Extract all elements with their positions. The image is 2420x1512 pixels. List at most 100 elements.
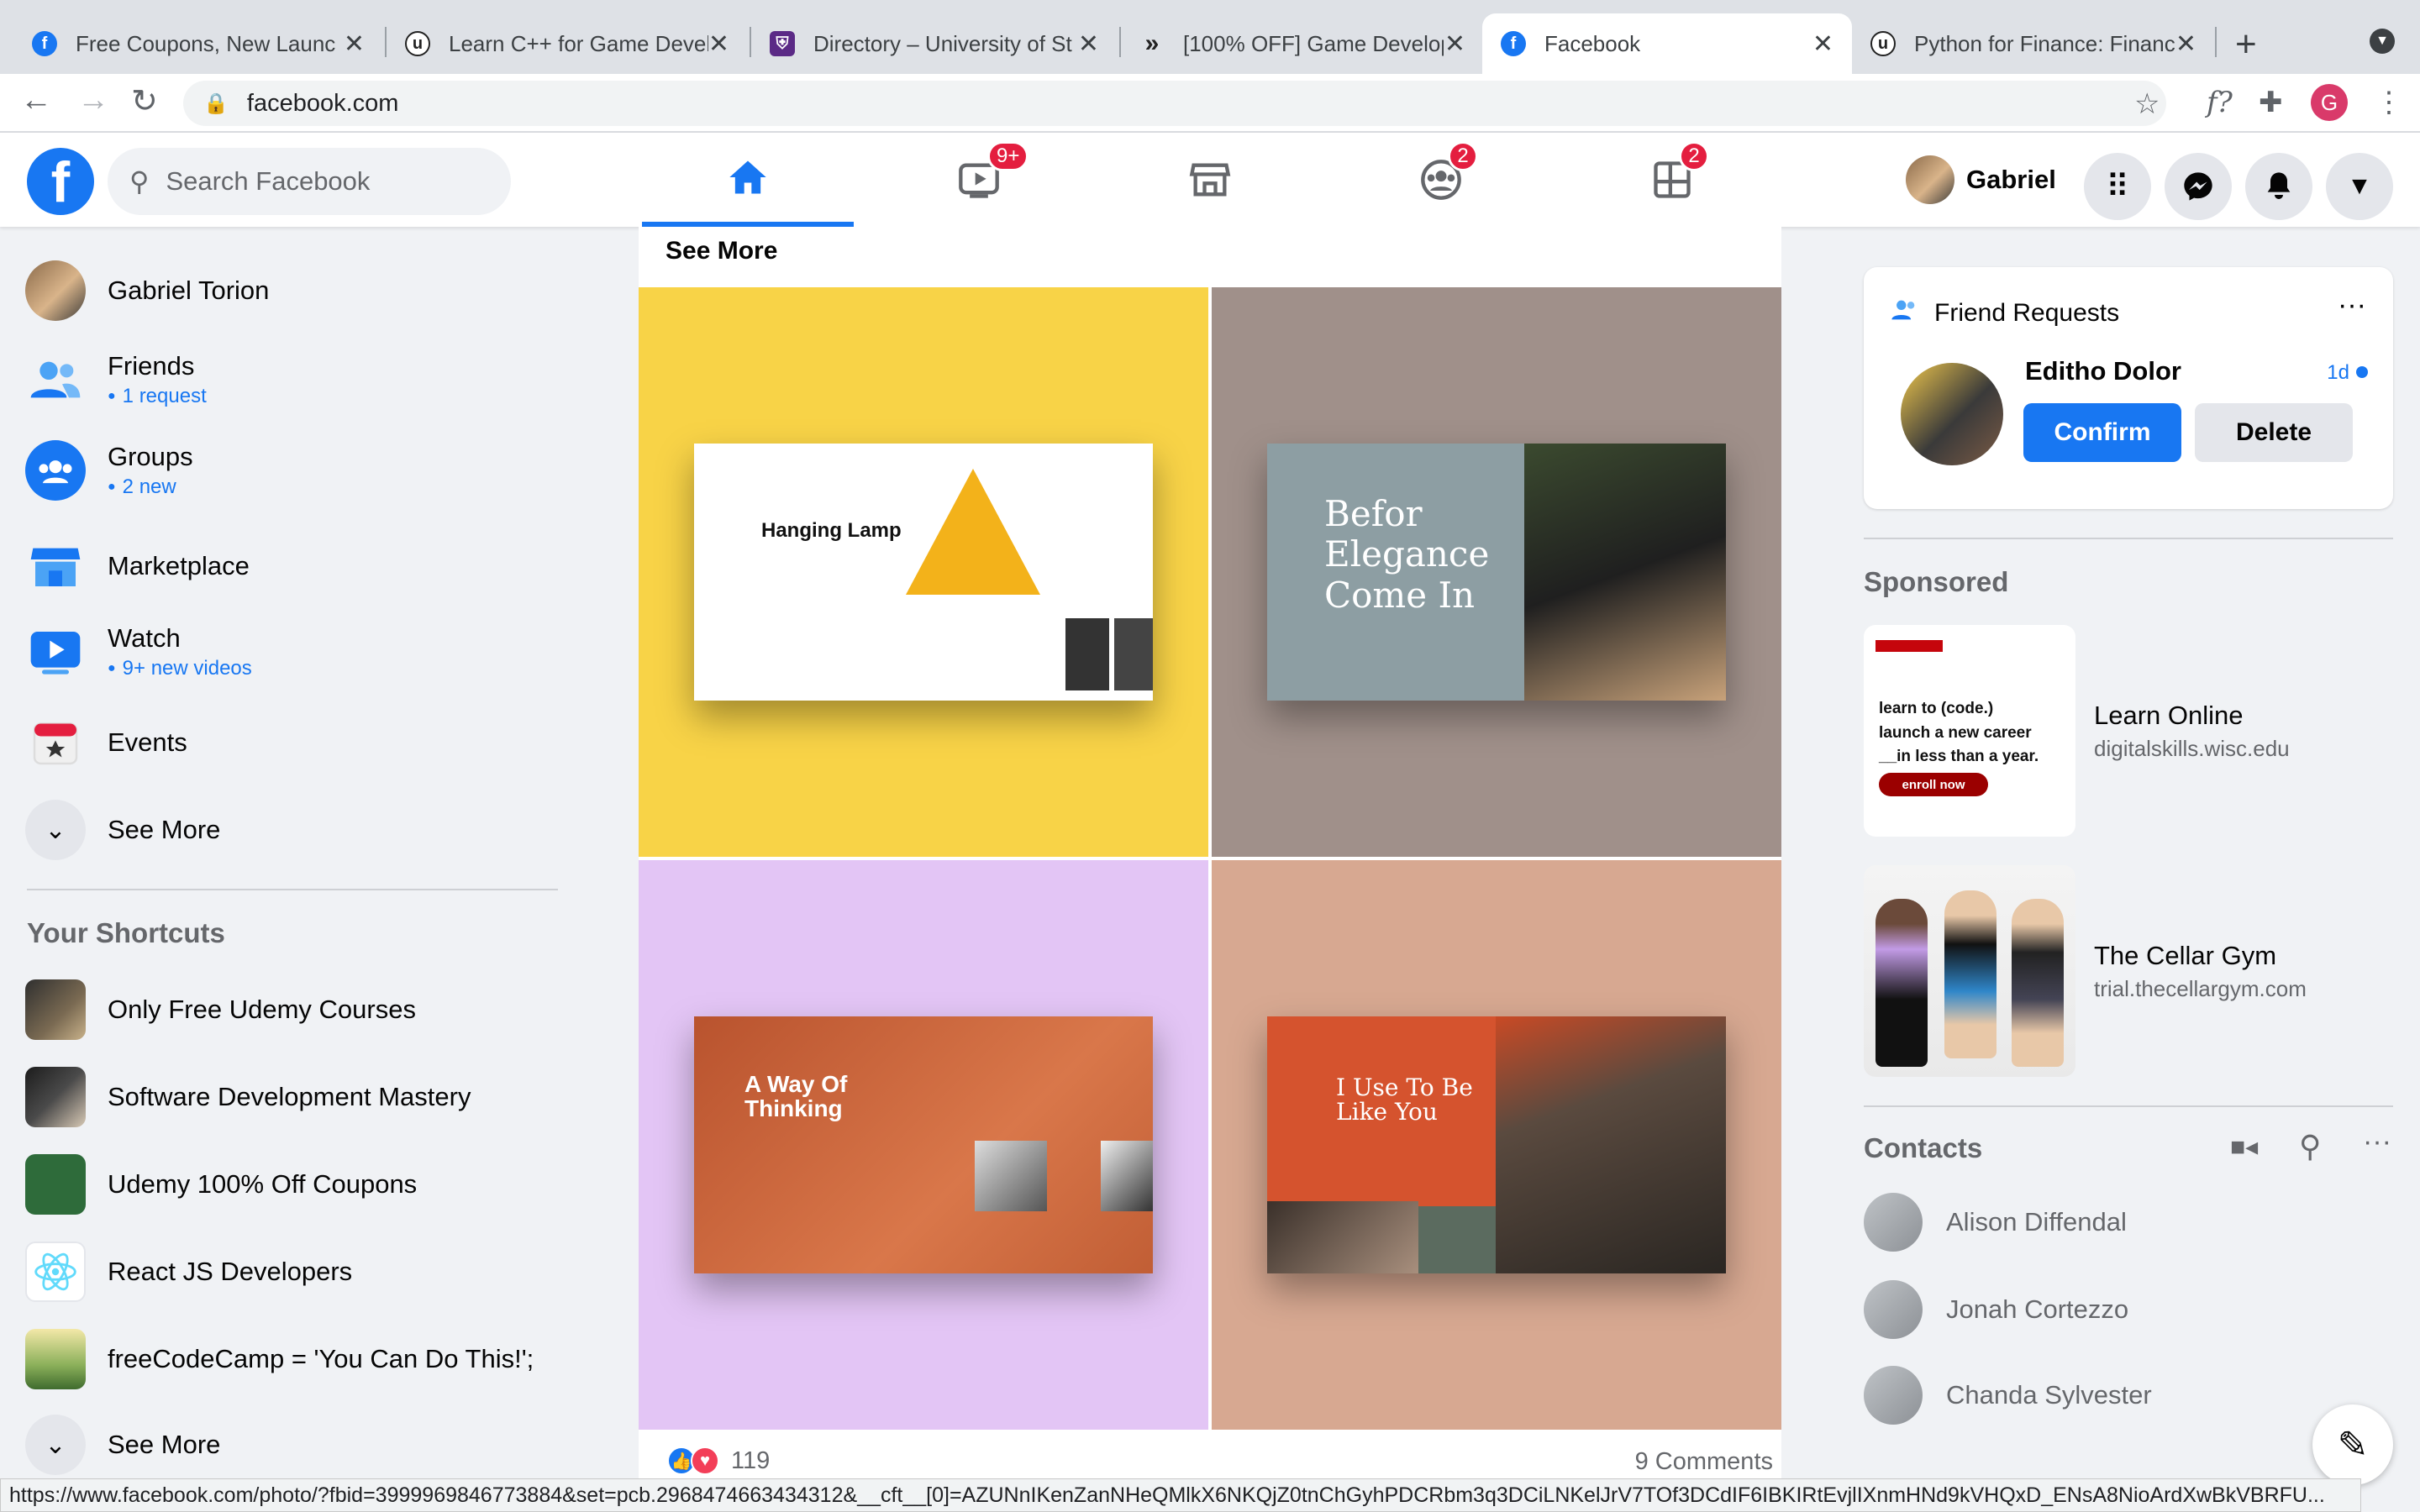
post-photo-4[interactable]: I Use To Be Like You [1212,860,1781,1430]
ad-image-cellar-gym[interactable] [1864,865,2075,1077]
bookmark-star-icon[interactable]: ☆ [2134,87,2166,121]
shortcut-item[interactable]: React JS Developers [25,1242,563,1302]
sidebar-see-more[interactable]: ⌄ See More [25,800,563,860]
comments-count[interactable]: 9 Comments [1635,1448,1773,1476]
nav-tab-gaming[interactable]: 2 [1566,133,1778,227]
sidebar-item-sub: 1 request [108,385,207,408]
sidebar-item-watch[interactable]: Watch 9+ new videos [25,622,563,682]
more-options-icon[interactable]: ··· [2338,289,2366,322]
reaction-summary[interactable]: 👍 ♥ 119 [667,1446,770,1475]
marketplace-icon [25,536,86,596]
watch-badge: 9+ [987,141,1029,171]
avatar[interactable] [1901,363,2003,465]
avatar [1864,1366,1923,1425]
bell-icon [2267,172,2291,199]
forward-arrow-icon[interactable]: → [77,82,109,118]
sidebar-item-label: Groups [108,442,193,471]
search-input[interactable]: ⚲ Search Facebook [108,148,511,215]
shortcut-item[interactable]: Software Development Mastery [25,1067,563,1127]
request-time: 1d [2327,361,2349,384]
contact-item[interactable]: Jonah Cortezzo [1864,1280,2128,1339]
university-logo [1876,640,1943,652]
ad-line: __in less than a year. [1879,748,2039,765]
contact-item[interactable]: Alison Diffendal [1864,1193,2127,1252]
ad-title[interactable]: The Cellar Gym [2094,941,2276,971]
ad-url[interactable]: digitalskills.wisc.edu [2094,736,2290,762]
mockup-thumbnail [975,1141,1047,1211]
delete-button[interactable]: Delete [2195,403,2353,462]
browser-tab-1[interactable]: f Free Coupons, New Launch ✕ [13,13,383,74]
shortcut-item[interactable]: Udemy 100% Off Coupons [25,1154,563,1215]
close-icon[interactable]: ✕ [2175,29,2196,59]
tab-title: Free Coupons, New Launch [76,30,336,56]
lamp-shape [906,469,1040,595]
browser-tab-4[interactable]: » [100% OFF] Game Develop ✕ [1121,13,1484,74]
close-icon[interactable]: ✕ [708,29,729,59]
profile-chip[interactable]: Gabriel [1906,153,2056,207]
video-call-icon[interactable]: ■◂ [2230,1132,2258,1162]
menu-grid-button[interactable]: ⠿ [2084,153,2151,220]
messenger-icon [2184,172,2212,201]
shortcut-thumbnail [25,1154,86,1215]
mockup-title: Befor Elegance Come In [1324,493,1490,616]
nav-tab-home[interactable] [642,133,854,227]
close-icon[interactable]: ✕ [1444,29,1465,59]
ad-image-learn-online[interactable]: learn to (code.) launch a new career __i… [1864,625,2075,837]
close-icon[interactable]: ✕ [1812,29,1833,59]
close-icon[interactable]: ✕ [1078,29,1099,59]
post-photo-3[interactable]: A Way Of Thinking [639,860,1208,1430]
sidebar-item-label: Events [108,727,187,757]
lock-icon: 🔒 [203,92,229,115]
extensions-puzzle-icon[interactable]: ✚ [2259,86,2283,119]
requester-name[interactable]: Editho Dolor [2025,356,2181,386]
nav-tab-marketplace[interactable] [1104,133,1316,227]
confirm-button[interactable]: Confirm [2023,403,2181,462]
sidebar-item-events[interactable]: Events [25,712,563,773]
back-arrow-icon[interactable]: ← [20,82,52,118]
mockup-thumbnail [1065,618,1109,690]
notifications-button[interactable] [2245,153,2312,220]
love-icon: ♥ [691,1446,719,1475]
post-photo-1[interactable]: Hanging Lamp [639,287,1208,857]
messenger-button[interactable] [2165,153,2232,220]
nav-tab-groups[interactable]: 2 [1335,133,1547,227]
tab-search-icon[interactable]: ▼ [2370,29,2395,54]
ad-title[interactable]: Learn Online [2094,701,2244,731]
browser-profile-avatar[interactable]: G [2311,84,2348,121]
avatar [1864,1280,1923,1339]
post-see-more[interactable]: See More [666,237,777,265]
browser-menu-icon[interactable]: ⋮ [2375,86,2403,119]
browser-tab-3[interactable]: ⛨ Directory – University of St ✕ [751,13,1118,74]
new-message-button[interactable]: ✎ [2312,1404,2393,1485]
ad-url[interactable]: trial.thecellargym.com [2094,976,2307,1002]
new-tab-icon[interactable]: + [2235,24,2257,66]
browser-toolbar: ← → ↻ 🔒 facebook.com ☆ f? ✚ G ⋮ [0,74,2420,133]
sidebar-item-groups[interactable]: Groups 2 new [25,440,563,501]
shortcuts-see-more[interactable]: ⌄ See More [25,1415,563,1475]
shortcut-item[interactable]: freeCodeCamp = 'You Can Do This!'; [25,1329,563,1389]
mockup-thumbnail [1101,1141,1153,1211]
search-icon[interactable]: ⚲ [2299,1129,2321,1164]
account-menu-button[interactable]: ▼ [2326,153,2393,220]
reload-icon[interactable]: ↻ [131,82,158,120]
facebook-logo[interactable]: f [27,148,94,215]
address-bar[interactable]: 🔒 facebook.com ☆ [183,81,2166,126]
sidebar-item-profile[interactable]: Gabriel Torion [25,260,563,321]
sidebar-item-marketplace[interactable]: Marketplace [25,536,563,596]
browser-tab-6[interactable]: u Python for Finance: Financi ✕ [1852,13,2215,74]
friend-requests-card: Friend Requests ··· Editho Dolor 1d Conf… [1864,267,2393,509]
double-chevron-icon: » [1144,29,1160,57]
post-photo-2[interactable]: Befor Elegance Come In [1212,287,1781,857]
browser-tab-5-active[interactable]: f Facebook ✕ [1482,13,1852,74]
sidebar-item-friends[interactable]: Friends 1 request [25,349,563,410]
nav-tab-watch[interactable]: 9+ [873,133,1085,227]
shortcut-item[interactable]: Only Free Udemy Courses [25,979,563,1040]
contact-item[interactable]: Chanda Sylvester [1864,1366,2152,1425]
more-options-icon[interactable]: ··· [2363,1126,2391,1158]
close-icon[interactable]: ✕ [344,29,365,59]
extension-fx-icon[interactable]: f? [2207,86,2233,119]
browser-tab-2[interactable]: u Learn C++ for Game Develo ✕ [387,13,748,74]
sidebar-item-label: See More [108,815,221,844]
chevron-down-icon: ⌄ [25,1415,86,1475]
facebook-header: f ⚲ Search Facebook 9+ 2 2 Gabriel ⠿ ▼ [0,133,2420,227]
